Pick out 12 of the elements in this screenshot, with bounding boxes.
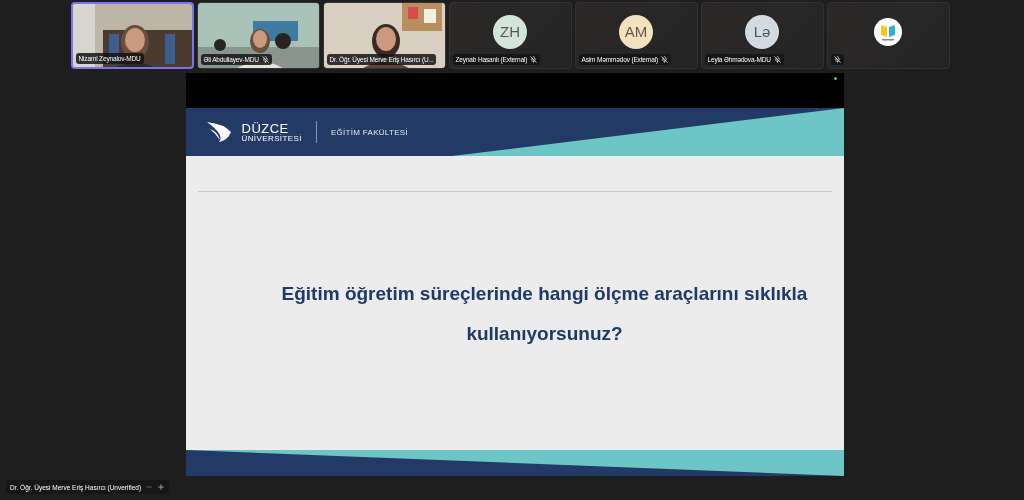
brand-subtitle: ÜNİVERSİTESİ xyxy=(241,134,302,143)
participant-tile[interactable] xyxy=(826,2,950,69)
status-dot xyxy=(833,77,837,80)
avatar-initials: ZH xyxy=(493,14,527,49)
avatar-initials: Lə xyxy=(745,14,779,49)
faculty-name: EĞİTİM FAKÜLTESİ xyxy=(330,127,408,137)
plus-icon[interactable] xyxy=(157,483,166,491)
avatar-initials: AM xyxy=(619,14,653,49)
brand-name: DÜZCE xyxy=(241,121,289,135)
slide-question: Eğitim öğretim süreçlerinde hangi ölçme araçlarını sıklıkla kullanıyorsunuz? xyxy=(280,282,809,346)
logo-icon xyxy=(874,17,902,46)
university-logo-icon xyxy=(205,121,232,143)
